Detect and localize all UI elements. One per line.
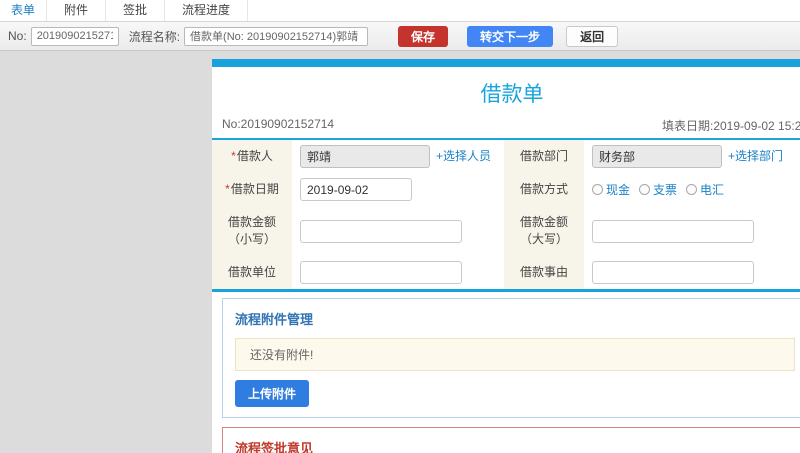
tab-attachments[interactable]: 附件 (47, 0, 107, 21)
page-title: 借款单 (480, 83, 544, 106)
amount-upper-field (584, 206, 800, 256)
form-panel: 借款单 No:20190902152714 填表日期:2019-09-02 15… (212, 59, 800, 453)
radio-icon (686, 184, 698, 195)
amount-lower-label: 借款金额（小写） (212, 206, 292, 256)
unit-label: 借款单位 (212, 256, 292, 291)
reason-label: 借款事由 (504, 256, 584, 291)
fill-date: 填表日期:2019-09-02 15:27:1 (662, 119, 800, 133)
radio-icon (592, 184, 603, 195)
select-department-link[interactable]: +选择部门 (728, 149, 783, 163)
required-mark: * (225, 182, 230, 196)
method-label: 借款方式 (504, 173, 584, 206)
tab-approvals[interactable]: 签批 (106, 0, 166, 21)
flow-name-label: 流程名称: (128, 29, 181, 44)
header-accent-bar (212, 59, 800, 67)
required-mark: * (231, 149, 236, 163)
unit-field (292, 256, 504, 291)
loan-form-table: *借款人 +选择人员 借款部门 +选择部门 *借款日期 借款方式 现金 支票 电… (212, 140, 800, 292)
amount-lower-input[interactable] (300, 219, 462, 243)
amount-upper-label: 借款金额（大写） (504, 206, 584, 256)
radio-icon (639, 184, 651, 195)
flow-name-input[interactable] (184, 26, 369, 46)
department-field: +选择部门 (584, 140, 800, 173)
amount-upper-input[interactable] (592, 219, 754, 243)
attachments-panel: 流程附件管理 还没有附件! 上传附件 (222, 298, 800, 418)
form-number: No:20190902152714 (222, 117, 335, 131)
back-button[interactable]: 返回 (566, 25, 619, 47)
approval-comments-panel: 流程签批意见 B I abc (222, 427, 800, 453)
borrow-date-field (292, 173, 504, 206)
toolbar: No: 流程名称: 保存 转交下一步 返回 (0, 22, 800, 51)
form-meta-row: No:20190902152714 填表日期:2019-09-02 15:27:… (212, 115, 800, 133)
table-row: *借款人 +选择人员 借款部门 +选择部门 (212, 140, 800, 173)
borrower-input (300, 145, 430, 168)
no-attachments-message: 还没有附件! (235, 338, 795, 371)
department-label: 借款部门 (504, 140, 584, 173)
transfer-next-button[interactable]: 转交下一步 (467, 25, 554, 47)
amount-lower-field (292, 206, 504, 256)
method-radio-group: 现金 支票 电汇 (592, 181, 800, 198)
radio-cash[interactable]: 现金 (592, 181, 630, 198)
reason-input[interactable] (592, 261, 754, 284)
radio-check[interactable]: 支票 (639, 181, 677, 198)
no-input[interactable] (30, 26, 119, 46)
select-person-link[interactable]: +选择人员 (436, 149, 491, 163)
table-row: *借款日期 借款方式 现金 支票 电汇 (212, 173, 800, 206)
attachments-heading: 流程附件管理 (235, 312, 314, 327)
radio-wire[interactable]: 电汇 (686, 181, 724, 198)
borrower-label: *借款人 (212, 140, 292, 173)
tab-bar: 表单 附件 签批 流程进度 (0, 0, 800, 22)
tab-form[interactable]: 表单 (0, 0, 48, 21)
borrower-field: +选择人员 (292, 140, 504, 173)
department-input (592, 145, 722, 168)
unit-input[interactable] (300, 261, 462, 284)
table-row: 借款金额（小写） 借款金额（大写） (212, 206, 800, 256)
borrow-date-label: *借款日期 (212, 173, 292, 206)
reason-field (584, 256, 800, 291)
method-field: 现金 支票 电汇 (584, 173, 800, 206)
tab-flow-progress[interactable]: 流程进度 (165, 0, 249, 21)
no-label: No: (8, 29, 27, 43)
approval-comments-heading: 流程签批意见 (235, 441, 314, 453)
save-button[interactable]: 保存 (398, 25, 449, 47)
table-row: 借款单位 借款事由 (212, 256, 800, 291)
borrow-date-input[interactable] (300, 178, 412, 201)
upload-attachment-button[interactable]: 上传附件 (235, 380, 310, 407)
